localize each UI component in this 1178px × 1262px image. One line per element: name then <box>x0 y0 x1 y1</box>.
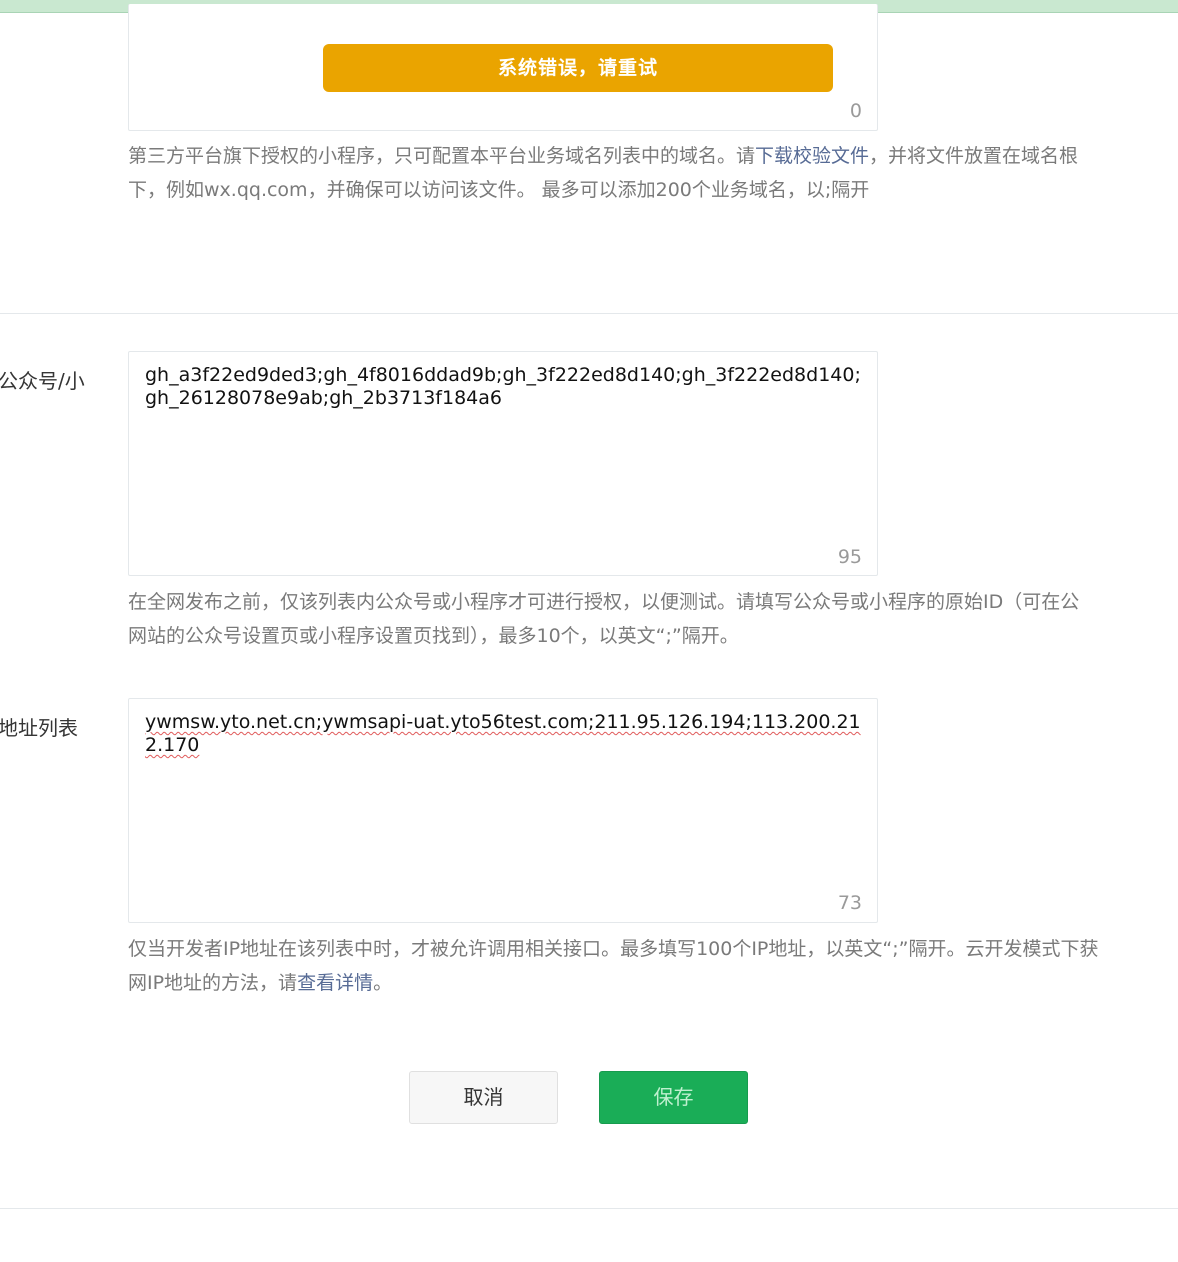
ip-whitelist-value[interactable]: ywmsw.yto.net.cn;ywmsapi-uat.yto56test.c… <box>145 711 861 757</box>
test-whitelist-char-counter: 95 <box>837 546 862 568</box>
save-button[interactable]: 保存 <box>599 1071 748 1124</box>
error-toast: 系统错误，请重试 <box>323 44 833 92</box>
business-domain-char-counter: 0 <box>849 100 862 122</box>
test-whitelist-hint-line2: 网站的公众号设置页或小程序设置页找到），最多10个，以英文“;”隔开。 <box>128 625 739 647</box>
section-divider <box>0 313 1178 314</box>
view-details-link[interactable]: 查看详情 <box>297 972 373 994</box>
ip-whitelist-field-label: 地址列表 <box>0 716 78 740</box>
business-domain-hint-line1: 第三方平台旗下授权的小程序，只可配置本平台业务域名列表中的域名。请下载校验文件，… <box>128 145 1079 167</box>
ip-whitelist-char-counter: 73 <box>837 892 862 914</box>
ip-whitelist-hint-line2: 网IP地址的方法，请查看详情。 <box>128 972 393 994</box>
cancel-button[interactable]: 取消 <box>409 1071 558 1124</box>
test-whitelist-hint-line1: 在全网发布之前，仅该列表内公众号或小程序才可进行授权，以便测试。请填写公众号或小… <box>128 591 1080 613</box>
download-verify-file-link[interactable]: 下载校验文件 <box>755 145 869 167</box>
ip-whitelist-hint-line1: 仅当开发者IP地址在该列表中时，才被允许调用相关接口。最多填写100个IP地址，… <box>128 938 1099 960</box>
footer-divider <box>0 1208 1178 1209</box>
whitelist-field-label: 公众号/小 <box>0 369 85 393</box>
test-whitelist-value[interactable]: gh_a3f22ed9ded3;gh_4f8016ddad9b;gh_3f222… <box>145 364 861 410</box>
business-domain-hint-line2: 下，例如wx.qq.com，并确保可以访问该文件。 最多可以添加200个业务域名… <box>128 179 870 201</box>
